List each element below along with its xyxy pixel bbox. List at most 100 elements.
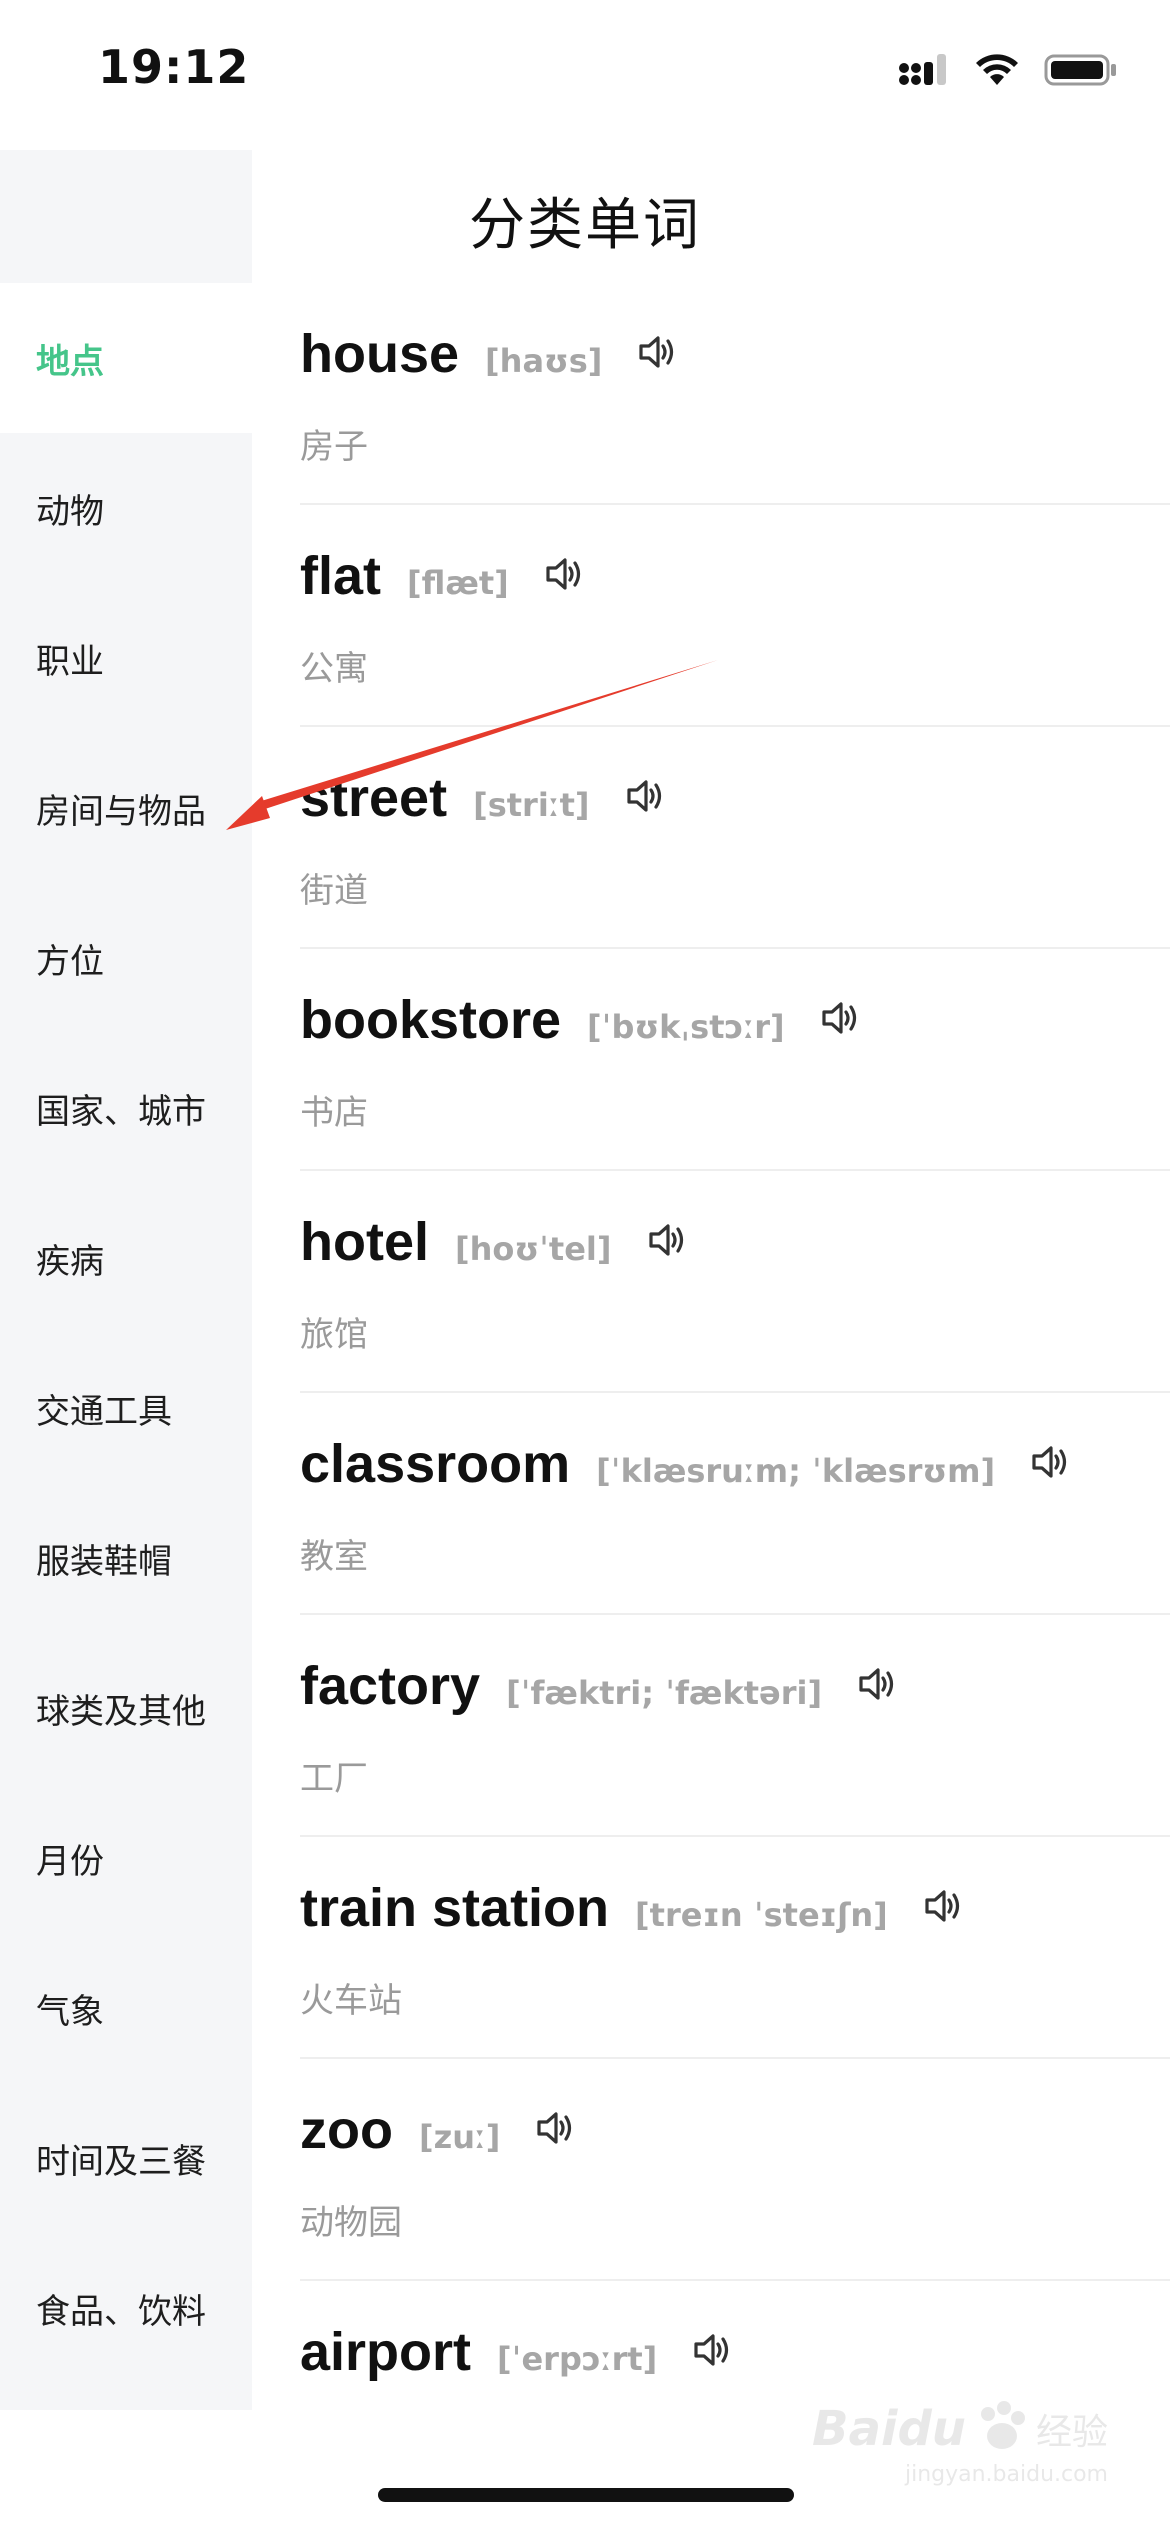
sidebar-item-label: 食品、饮料: [36, 2291, 206, 2332]
word-row[interactable]: bookstore [ˈbʊkˌstɔːr] 书店: [300, 949, 1170, 1171]
word-phonetic: [hoʊˈtel]: [455, 1230, 612, 1268]
sidebar-item-food-drinks[interactable]: 食品、饮料: [0, 2233, 252, 2383]
sidebar-item-label: 职业: [36, 641, 104, 682]
sidebar-item-label: 交通工具: [36, 1391, 172, 1432]
word-phonetic: [ˈklæsruːm; ˈklæsrʊm]: [596, 1452, 996, 1490]
watermark-brand: Baidu: [812, 2401, 966, 2457]
cellular-signal-icon: [898, 52, 950, 92]
category-sidebar: 地点 动物 职业 房间与物品 方位 国家、城市 疾病 交通工具 服装鞋帽 球类及…: [0, 283, 252, 2413]
watermark-url: jingyan.baidu.com: [904, 2462, 1108, 2487]
word-phonetic: [ˈbʊkˌstɔːr]: [587, 1008, 785, 1046]
speaker-icon[interactable]: [622, 776, 668, 816]
battery-icon: [1044, 52, 1118, 92]
speaker-icon[interactable]: [689, 2330, 735, 2370]
speaker-icon[interactable]: [920, 1886, 966, 1926]
word-phonetic: [zuː]: [418, 2118, 501, 2156]
sidebar-item-transportation[interactable]: 交通工具: [0, 1333, 252, 1483]
status-icons: [898, 52, 1118, 92]
word-meaning: 房子: [300, 427, 368, 467]
watermark-cn: 经验: [1035, 2412, 1108, 2453]
word-meaning: 动物园: [300, 2203, 402, 2243]
word-row[interactable]: train station [treɪn ˈsteɪʃn] 火车站: [300, 1837, 1170, 2059]
sidebar-item-label: 服装鞋帽: [36, 1541, 172, 1582]
word-text: house: [300, 324, 460, 384]
word-meaning: 公寓: [300, 649, 368, 689]
status-time: 19:12: [98, 40, 250, 94]
word-text: train station: [300, 1878, 610, 1938]
word-text: classroom: [300, 1434, 571, 1494]
wifi-icon: [972, 52, 1022, 92]
sidebar-item-places[interactable]: 地点: [0, 283, 252, 433]
sidebar-item-rooms-and-items[interactable]: 房间与物品: [0, 733, 252, 883]
screen: 19:12 分类单词 地点 动物 职业 房间与物品 方位 国家、城市 疾病 交通…: [0, 0, 1170, 2532]
home-indicator[interactable]: [378, 2488, 794, 2502]
sidebar-item-label: 房间与物品: [36, 791, 206, 832]
speaker-icon[interactable]: [854, 1664, 900, 1704]
word-text: factory: [300, 1656, 481, 1716]
sidebar-item-clothing[interactable]: 服装鞋帽: [0, 1483, 252, 1633]
word-row[interactable]: factory [ˈfæktri; ˈfæktəri] 工厂: [300, 1615, 1170, 1837]
word-meaning: 街道: [300, 871, 368, 911]
word-line: hotel [hoʊˈtel]: [300, 1211, 690, 1273]
word-line: bookstore [ˈbʊkˌstɔːr]: [300, 989, 863, 1051]
sidebar-item-label: 疾病: [36, 1241, 104, 1282]
speaker-icon[interactable]: [634, 332, 680, 372]
speaker-icon[interactable]: [541, 554, 587, 594]
paw-icon: [974, 2400, 1028, 2458]
speaker-icon[interactable]: [532, 2108, 578, 2148]
word-row[interactable]: hotel [hoʊˈtel] 旅馆: [300, 1171, 1170, 1393]
word-text: airport: [300, 2322, 472, 2382]
word-line: house [haʊs]: [300, 323, 680, 385]
speaker-icon[interactable]: [1027, 1442, 1073, 1482]
sidebar-item-occupations[interactable]: 职业: [0, 583, 252, 733]
sidebar-item-countries-cities[interactable]: 国家、城市: [0, 1033, 252, 1183]
word-row[interactable]: zoo [zuː] 动物园: [300, 2059, 1170, 2281]
word-phonetic: [treɪn ˈsteɪʃn]: [635, 1896, 888, 1934]
sidebar-item-balls-and-others[interactable]: 球类及其他: [0, 1633, 252, 1783]
word-row[interactable]: classroom [ˈklæsruːm; ˈklæsrʊm] 教室: [300, 1393, 1170, 1615]
sidebar-item-diseases[interactable]: 疾病: [0, 1183, 252, 1333]
word-row[interactable]: house [haʊs] 房子: [300, 283, 1170, 505]
sidebar-item-months[interactable]: 月份: [0, 1783, 252, 1933]
sidebar-item-label: 月份: [36, 1841, 104, 1882]
word-text: hotel: [300, 1212, 429, 1272]
word-text: zoo: [300, 2100, 393, 2160]
word-phonetic: [haʊs]: [485, 342, 603, 380]
word-line: zoo [zuː]: [300, 2099, 578, 2161]
sidebar-item-directions[interactable]: 方位: [0, 883, 252, 1033]
word-line: airport [ˈerpɔːrt]: [300, 2321, 735, 2383]
word-row[interactable]: flat [flæt] 公寓: [300, 505, 1170, 727]
speaker-icon[interactable]: [817, 998, 863, 1038]
word-text: flat: [300, 546, 381, 606]
word-phonetic: [ˈerpɔːrt]: [497, 2340, 658, 2378]
sidebar-item-time-and-meals[interactable]: 时间及三餐: [0, 2083, 252, 2233]
sidebar-item-label: 地点: [36, 341, 104, 382]
speaker-icon[interactable]: [644, 1220, 690, 1260]
word-phonetic: [flæt]: [407, 564, 509, 602]
sidebar-item-label: 时间及三餐: [36, 2141, 206, 2182]
status-bar: 19:12: [0, 0, 1170, 140]
word-phonetic: [striːt]: [473, 786, 590, 824]
word-line: street [striːt]: [300, 767, 668, 829]
sidebar-item-weather[interactable]: 气象: [0, 1933, 252, 2083]
word-meaning: 书店: [300, 1093, 368, 1133]
sidebar-item-animals[interactable]: 动物: [0, 433, 252, 583]
sidebar-item-label: 动物: [36, 491, 104, 532]
word-line: train station [treɪn ˈsteɪʃn]: [300, 1877, 966, 1939]
sidebar-item-label: 球类及其他: [36, 1691, 206, 1732]
word-meaning: 火车站: [300, 1981, 402, 2021]
sidebar-item-label: 气象: [36, 1991, 104, 2032]
word-line: flat [flæt]: [300, 545, 587, 607]
word-text: street: [300, 768, 448, 828]
word-phonetic: [ˈfæktri; ˈfæktəri]: [506, 1674, 823, 1712]
word-line: classroom [ˈklæsruːm; ˈklæsrʊm]: [300, 1433, 1073, 1495]
watermark: Baidu 经验 jingyan.baidu.com: [812, 2400, 1108, 2487]
word-meaning: 工厂: [300, 1759, 368, 1799]
sidebar-item-label: 国家、城市: [36, 1091, 206, 1132]
word-meaning: 教室: [300, 1537, 368, 1577]
word-text: bookstore: [300, 990, 562, 1050]
sidebar-item-label: 方位: [36, 941, 104, 982]
word-line: factory [ˈfæktri; ˈfæktəri]: [300, 1655, 900, 1717]
word-row[interactable]: street [striːt] 街道: [300, 727, 1170, 949]
word-meaning: 旅馆: [300, 1315, 368, 1355]
